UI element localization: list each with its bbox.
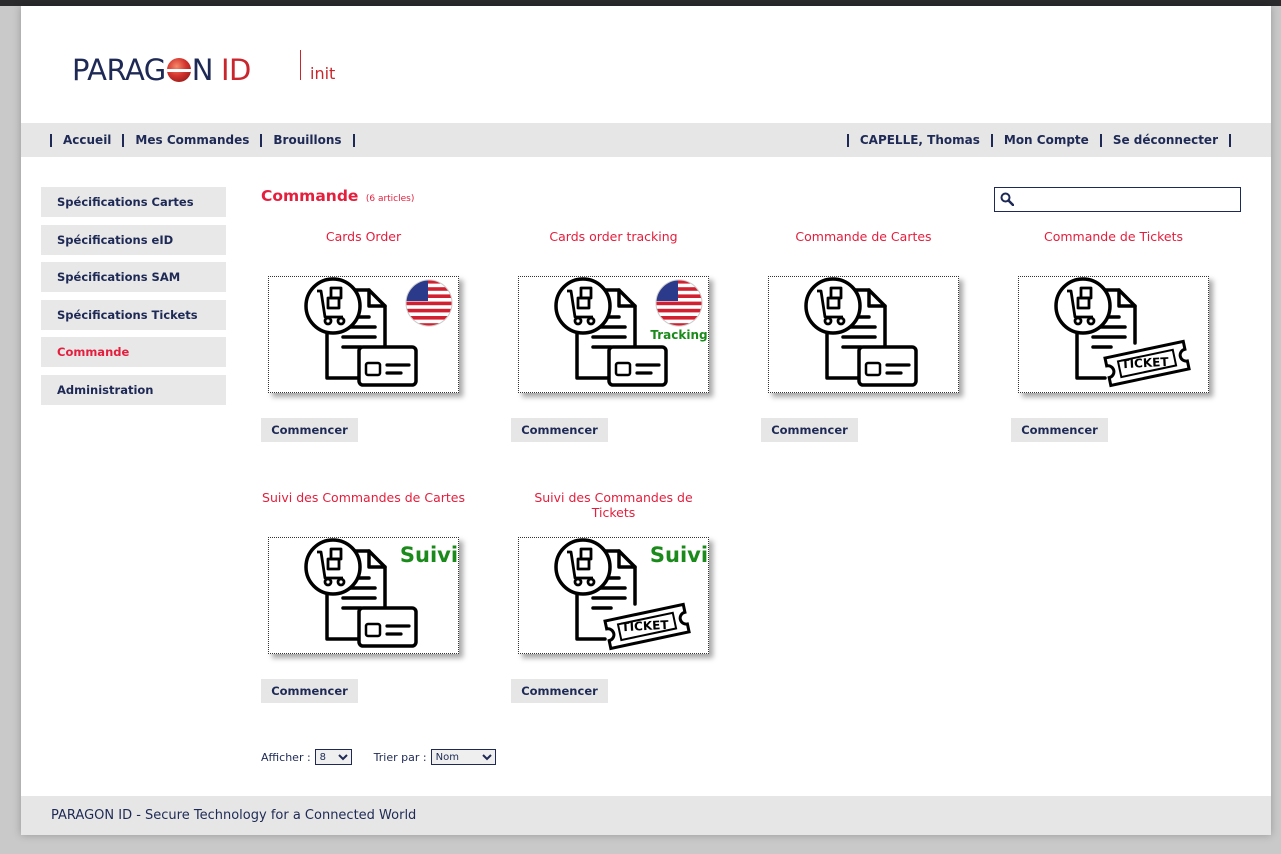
order-card-icon[interactable] — [768, 276, 959, 393]
commencer-button[interactable]: Commencer — [511, 418, 608, 442]
nav-divider — [122, 133, 125, 147]
top-nav: Accueil Mes Commandes Brouillons CAPELLE… — [21, 123, 1271, 157]
page: PARAG N ID init Accueil Mes Commandes Brou… — [21, 6, 1271, 835]
nav-divider — [990, 133, 993, 147]
suivi-badge: Suivi — [650, 543, 708, 567]
sidebar-item-specifications-cartes[interactable]: Spécifications Cartes — [41, 187, 226, 217]
us-flag-icon — [405, 279, 453, 327]
page-title-text: Commande — [261, 187, 359, 205]
nav-divider — [352, 133, 355, 147]
nav-brouillons[interactable]: Brouillons — [273, 133, 341, 147]
nav-divider — [846, 133, 849, 147]
sidebar-item-specifications-sam[interactable]: Spécifications SAM — [41, 262, 226, 293]
card-title[interactable]: Suivi des Commandes de Tickets — [511, 490, 716, 520]
order-card-suivi-icon[interactable]: Suivi — [268, 537, 459, 654]
logo-subtitle: init — [310, 64, 336, 83]
page-title: Commande (6 articles) — [261, 187, 414, 205]
nav-divider — [50, 133, 52, 147]
logo-text-id: ID — [220, 53, 251, 87]
nav-divider — [1099, 133, 1102, 147]
pager: Afficher : 8 Trier par : Nom — [261, 749, 496, 765]
commencer-button[interactable]: Commencer — [261, 679, 358, 703]
nav-right: CAPELLE, Thomas Mon Compte Se déconnecte… — [846, 123, 1242, 157]
card-title[interactable]: Cards Order — [261, 229, 466, 244]
sidebar-item-specifications-tickets[interactable]: Spécifications Tickets — [41, 299, 226, 330]
sidebar-item-administration[interactable]: Administration — [41, 374, 226, 405]
product-card: Suivi des Commandes de Tickets TICKET Su… — [511, 490, 741, 712]
ticket-label: TICKET — [1121, 355, 1170, 371]
us-flag-icon — [655, 279, 703, 327]
nav-mon-compte[interactable]: Mon Compte — [1004, 133, 1089, 147]
nav-mes-commandes[interactable]: Mes Commandes — [135, 133, 249, 147]
commencer-button[interactable]: Commencer — [511, 679, 608, 703]
logo-ball-icon — [166, 58, 191, 82]
order-card-us-flag-tracking-icon[interactable]: Tracking — [518, 276, 709, 393]
tracking-badge: Tracking — [650, 328, 707, 342]
card-title[interactable]: Cards order tracking — [511, 229, 716, 244]
commencer-button[interactable]: Commencer — [261, 418, 358, 442]
order-card-us-flag-icon[interactable] — [268, 276, 459, 393]
nav-divider — [1229, 133, 1231, 147]
nav-accueil[interactable]: Accueil — [63, 133, 111, 147]
commencer-button[interactable]: Commencer — [1011, 418, 1108, 442]
order-ticket-suivi-icon[interactable]: TICKET Suivi — [518, 537, 709, 654]
logo-text-main: PARAG — [72, 53, 166, 87]
card-title[interactable]: Commande de Cartes — [761, 229, 966, 244]
product-card: Suivi des Commandes de Cartes Suivi Comm… — [261, 490, 491, 712]
sort-label: Trier par : — [373, 750, 427, 764]
footer-text: PARAGON ID - Secure Technology for a Con… — [51, 808, 417, 823]
show-label: Afficher : — [261, 750, 311, 764]
sidebar-item-specifications-eid[interactable]: Spécifications eID — [41, 224, 226, 255]
card-title[interactable]: Suivi des Commandes de Cartes — [261, 490, 466, 505]
search-box[interactable] — [994, 187, 1241, 212]
logo-text-n: N — [191, 53, 214, 87]
product-card: Commande de Cartes Commencer — [761, 229, 991, 451]
product-card: Cards Order Commencer — [261, 229, 491, 451]
logo-separator — [300, 50, 301, 80]
sort-select[interactable]: Nom — [430, 749, 496, 765]
items-per-page-select[interactable]: 8 — [314, 749, 352, 765]
article-count: (6 articles) — [365, 194, 415, 204]
suivi-badge: Suivi — [400, 543, 458, 567]
product-card: Cards order tracking Tracking Commencer — [511, 229, 741, 451]
nav-user-name[interactable]: CAPELLE, Thomas — [860, 133, 980, 147]
order-ticket-icon[interactable]: TICKET — [1018, 276, 1209, 393]
product-card: Commande de Tickets TICKET Commencer — [1011, 229, 1241, 451]
search-input[interactable] — [1019, 190, 1237, 209]
card-title[interactable]: Commande de Tickets — [1011, 229, 1216, 244]
nav-logout[interactable]: Se déconnecter — [1113, 133, 1218, 147]
paragon-id-logo[interactable]: PARAG N ID — [72, 48, 251, 88]
search-icon[interactable] — [1000, 192, 1014, 206]
sidebar-item-commande[interactable]: Commande — [41, 337, 226, 368]
commencer-button[interactable]: Commencer — [761, 418, 858, 442]
ticket-label: TICKET — [621, 618, 670, 634]
footer: PARAGON ID - Secure Technology for a Con… — [21, 796, 1271, 835]
nav-left: Accueil Mes Commandes Brouillons — [50, 123, 366, 157]
sidebar: Spécifications Cartes Spécifications eID… — [41, 187, 226, 413]
nav-divider — [260, 133, 263, 147]
